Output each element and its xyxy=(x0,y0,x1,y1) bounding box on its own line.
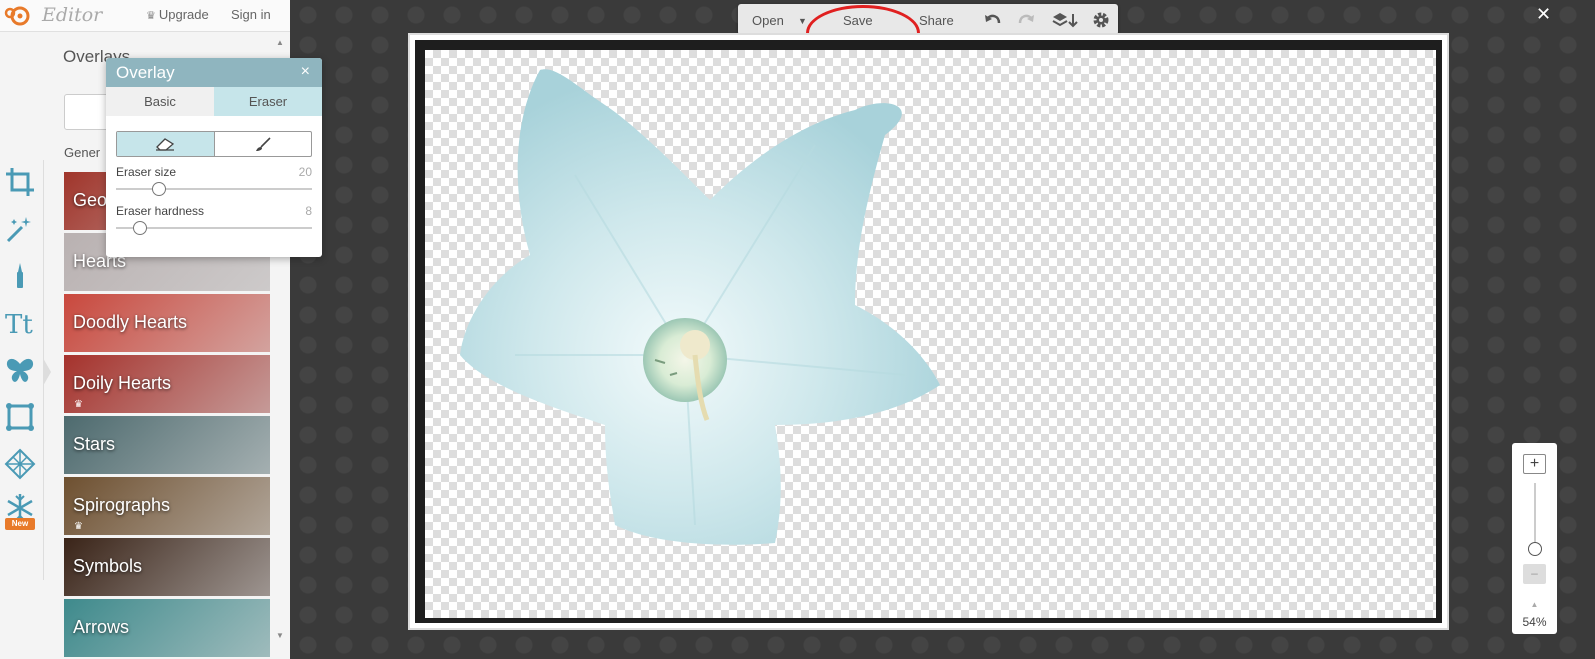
overlay-panel-title: Overlay xyxy=(116,63,175,82)
zoom-in-button[interactable]: + xyxy=(1523,454,1546,474)
scroll-up-arrow-icon[interactable]: ▲ xyxy=(276,38,284,47)
magic-wand-icon[interactable] xyxy=(4,213,36,245)
overlay-category-item[interactable]: Doily Hearts ♛ xyxy=(64,355,270,413)
crown-icon: ♛ xyxy=(146,10,156,22)
scroll-down-arrow-icon[interactable]: ▼ xyxy=(276,631,284,640)
share-button[interactable]: Share xyxy=(919,13,954,28)
eraser-size-slider[interactable] xyxy=(116,188,312,190)
overlay-category-item[interactable]: Stars xyxy=(64,416,270,474)
overlay-category-item[interactable]: Doodly Hearts xyxy=(64,294,270,352)
zoom-out-button[interactable]: – xyxy=(1523,564,1546,584)
main-toolbar: Open ▼ Save Share xyxy=(738,4,1118,35)
eraser-size-label: Eraser size xyxy=(116,165,177,179)
zoom-panel: + – ▲ 54% xyxy=(1512,443,1557,634)
redo-icon[interactable] xyxy=(1018,11,1036,29)
overlay-category-item[interactable]: Arrows xyxy=(64,599,270,657)
brush-mode-button[interactable] xyxy=(215,132,312,156)
eraser-hardness-slider-thumb[interactable] xyxy=(132,221,147,235)
open-dropdown-chevron-down-icon[interactable]: ▼ xyxy=(798,16,807,26)
eraser-icon xyxy=(156,138,175,151)
active-tool-pointer xyxy=(43,358,51,386)
image-canvas[interactable] xyxy=(425,50,1436,618)
touch-up-brush-icon[interactable] xyxy=(4,260,36,292)
paintbrush-icon xyxy=(255,137,271,151)
undo-icon[interactable] xyxy=(983,11,1001,29)
overlay-close-button[interactable]: × xyxy=(301,63,310,81)
canvas-border xyxy=(415,40,1442,623)
category-label: Arrows xyxy=(73,617,130,637)
eraser-size-slider-thumb[interactable] xyxy=(152,182,167,196)
frame-icon[interactable] xyxy=(4,401,36,433)
tab-eraser[interactable]: Eraser xyxy=(214,87,322,116)
upgrade-label: Upgrade xyxy=(158,7,209,22)
texture-icon[interactable] xyxy=(4,448,36,480)
category-label: Symbols xyxy=(73,556,143,576)
eraser-size-value: 20 xyxy=(298,165,312,179)
sign-in-link[interactable]: Sign in xyxy=(231,7,271,22)
eraser-mode-toggle xyxy=(116,131,312,157)
new-badge: New xyxy=(5,518,35,530)
category-label: Spirographs xyxy=(73,495,171,515)
overlay-category-item[interactable]: Symbols xyxy=(64,538,270,596)
premium-crown-icon: ♛ xyxy=(74,521,83,532)
zoom-menu-caret-icon[interactable]: ▲ xyxy=(1512,600,1557,609)
butterfly-overlay-icon[interactable] xyxy=(4,354,36,386)
category-label: Doodly Hearts xyxy=(73,312,188,332)
editor-brand: Editor xyxy=(42,4,103,26)
top-bar: Editor ♛ Upgrade Sign in xyxy=(0,0,290,32)
zoom-level[interactable]: 54% xyxy=(1512,615,1557,629)
upgrade-link[interactable]: ♛ Upgrade xyxy=(146,7,209,22)
crop-icon[interactable] xyxy=(4,166,36,198)
overlay-category-item[interactable]: Spirographs ♛ xyxy=(64,477,270,535)
eraser-mode-button[interactable] xyxy=(117,132,215,156)
tab-generic[interactable]: Gener xyxy=(64,145,100,160)
category-label: Stars xyxy=(73,434,116,454)
overlay-panel-header: Overlay × xyxy=(106,58,322,87)
logo-icon[interactable] xyxy=(4,4,36,28)
category-label: Geo xyxy=(73,190,108,210)
overlay-tabs: Basic Eraser xyxy=(106,87,322,116)
category-label: Doily Hearts xyxy=(73,373,172,393)
eraser-hardness-value: 8 xyxy=(305,204,312,218)
overlay-panel: Overlay × Basic Eraser Eraser size 20 Er… xyxy=(106,58,322,257)
open-button[interactable]: Open xyxy=(752,13,784,28)
layers-arrange-icon[interactable] xyxy=(1052,11,1078,29)
svg-text:Tt: Tt xyxy=(5,310,33,339)
canvas-frame xyxy=(408,33,1449,630)
text-tool-icon[interactable]: Tt xyxy=(4,307,36,339)
gear-icon[interactable] xyxy=(1092,11,1110,29)
app-close-button[interactable]: ✕ xyxy=(1536,4,1551,25)
flower-image xyxy=(460,69,940,545)
eraser-hardness-label: Eraser hardness xyxy=(116,204,205,218)
premium-crown-icon: ♛ xyxy=(74,399,83,410)
tab-basic[interactable]: Basic xyxy=(106,87,214,116)
zoom-slider-thumb[interactable] xyxy=(1528,542,1542,556)
